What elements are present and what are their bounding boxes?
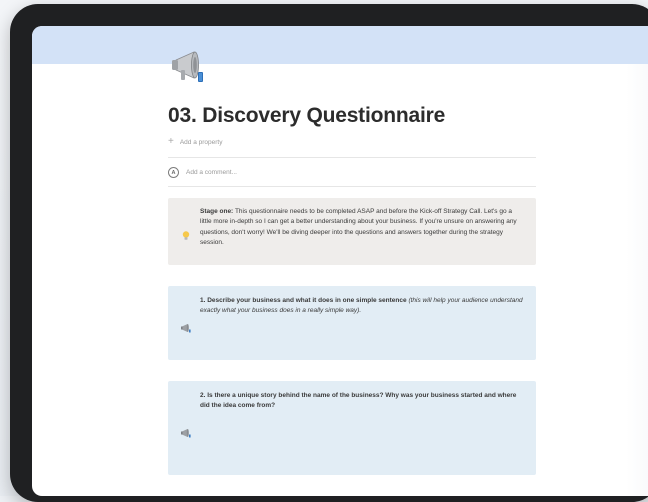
stage-callout[interactable]: Stage one: This questionnaire needs to b… xyxy=(168,198,536,265)
page-title[interactable]: 03. Discovery Questionnaire xyxy=(168,104,445,128)
question-2-text: 2. Is there a unique story behind the na… xyxy=(200,391,524,475)
tablet-frame: 03. Discovery Questionnaire + Add a prop… xyxy=(10,4,648,502)
megaphone-icon xyxy=(181,324,191,333)
plus-icon: + xyxy=(168,136,174,147)
stage-callout-text: Stage one: This questionnaire needs to b… xyxy=(200,207,524,265)
notion-page: 03. Discovery Questionnaire + Add a prop… xyxy=(32,26,648,496)
page-cover xyxy=(32,26,648,64)
megaphone-icon[interactable] xyxy=(168,46,212,88)
add-property-label: Add a property xyxy=(179,138,223,146)
screen-edge-shading xyxy=(626,64,648,496)
question-callout-2[interactable]: 2. Is there a unique story behind the na… xyxy=(168,381,536,475)
comment-divider xyxy=(168,186,536,187)
stage-description: This questionnaire needs to be completed… xyxy=(200,208,517,246)
add-property-button[interactable]: + Add a property xyxy=(168,137,222,147)
question-1-text: 1. Describe your business and what it do… xyxy=(200,296,524,360)
add-comment-placeholder: Add a comment... xyxy=(186,169,237,176)
question-1-main: 1. Describe your business and what it do… xyxy=(200,297,407,304)
user-avatar-icon: A xyxy=(168,167,179,178)
property-divider xyxy=(168,157,536,158)
lightbulb-icon xyxy=(182,231,190,240)
stage-label: Stage one: xyxy=(200,208,234,215)
question-2-main: 2. Is there a unique story behind the na… xyxy=(200,392,517,410)
megaphone-icon xyxy=(181,429,191,438)
add-comment-field[interactable]: A Add a comment... xyxy=(168,167,237,178)
question-callout-1[interactable]: 1. Describe your business and what it do… xyxy=(168,286,536,360)
